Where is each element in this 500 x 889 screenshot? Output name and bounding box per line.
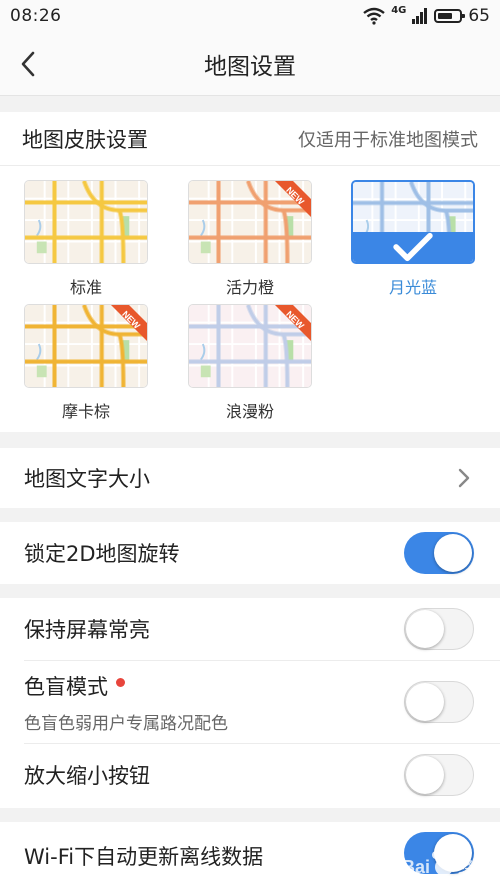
network-type: 4G [391, 4, 407, 16]
colorblind-label-text: 色盲模式 [24, 675, 108, 699]
check-icon [393, 232, 433, 262]
skin-label: 标准 [69, 278, 102, 297]
skin-note: 仅适用于标准地图模式 [298, 129, 478, 151]
lock-2d-label: 锁定2D地图旋转 [24, 542, 180, 566]
toggle-knob [406, 756, 444, 794]
status-bar: 08:26 4G 65 [0, 0, 500, 32]
chevron-left-icon [21, 51, 35, 77]
baidu-watermark-logo: Bai 经验 [402, 847, 490, 877]
font-size-row[interactable]: 地图文字大小 [0, 448, 500, 508]
lock-2d-row: 锁定2D地图旋转 [0, 522, 500, 584]
screen-on-row: 保持屏幕常亮 [0, 598, 500, 660]
skin-label: 月光蓝 [388, 278, 437, 297]
skin-title: 地图皮肤设置 [22, 127, 148, 152]
map-preview-graphic [25, 181, 147, 263]
status-icons: 4G 65 [363, 4, 490, 26]
colorblind-row: 色盲模式 色盲色弱用户专属路况配色 [0, 661, 500, 743]
zoom-buttons-row: 放大缩小按钮 [0, 744, 500, 806]
display-settings-group: 保持屏幕常亮 色盲模式 色盲色弱用户专属路况配色 放大缩小按钮 [0, 598, 500, 808]
skin-thumbnail: NEW [188, 180, 312, 264]
page-title: 地图设置 [204, 53, 296, 80]
toggle-knob [406, 610, 444, 648]
zoom-buttons-toggle[interactable] [404, 754, 474, 796]
chevron-right-icon [452, 466, 476, 490]
screen-on-label: 保持屏幕常亮 [24, 618, 150, 642]
wifi-icon [363, 7, 385, 25]
new-badge: NEW [103, 305, 147, 349]
toggle-knob [434, 534, 472, 572]
font-size-label: 地图文字大小 [24, 467, 150, 491]
battery-level: 65 [468, 6, 490, 26]
new-badge: NEW [267, 181, 311, 225]
nav-bar: 地图设置 [0, 32, 500, 96]
status-time: 08:26 [10, 6, 62, 26]
new-dot [116, 677, 125, 687]
battery-icon [434, 9, 466, 23]
zoom-buttons-label: 放大缩小按钮 [24, 764, 150, 788]
svg-text:Bai: Bai [402, 857, 430, 877]
wifi-update-label: Wi-Fi下自动更新离线数据 [24, 844, 264, 869]
signal-icon [412, 8, 428, 24]
screen-on-toggle[interactable] [404, 608, 474, 650]
skin-settings-card: 地图皮肤设置 仅适用于标准地图模式 标准 NEW 活力橙 月光蓝 NEW 摩卡棕… [0, 112, 500, 432]
skin-header: 地图皮肤设置 仅适用于标准地图模式 [0, 112, 500, 166]
colorblind-subtitle: 色盲色弱用户专属路况配色 [24, 714, 228, 734]
selected-indicator [353, 232, 473, 262]
skin-thumbnail [24, 180, 148, 264]
colorblind-toggle[interactable] [404, 681, 474, 723]
colorblind-label: 色盲模式 [24, 671, 125, 701]
skin-label: 浪漫粉 [225, 402, 274, 421]
lock-2d-toggle[interactable] [404, 532, 474, 574]
skin-thumbnail: NEW [188, 304, 312, 388]
toggle-knob [406, 683, 444, 721]
skin-thumbnail [351, 180, 475, 264]
new-badge: NEW [267, 305, 311, 349]
back-button[interactable] [10, 46, 46, 82]
skin-thumbnail: NEW [24, 304, 148, 388]
skin-label: 活力橙 [225, 278, 274, 297]
svg-text:经验: 经验 [458, 859, 490, 877]
skin-label: 摩卡棕 [61, 402, 110, 421]
